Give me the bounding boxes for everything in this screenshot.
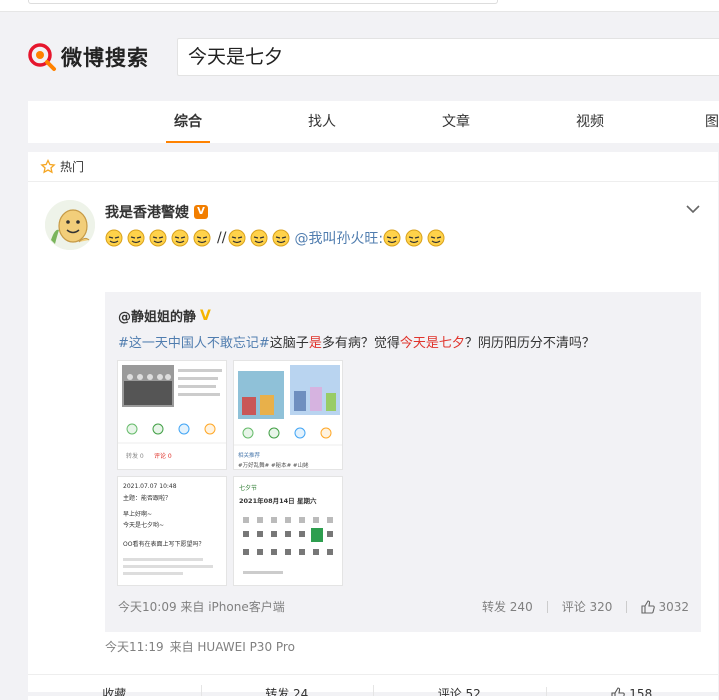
calendar-grid: [243, 517, 333, 574]
keyword-highlight: 是: [308, 336, 322, 351]
chevron-down-icon[interactable]: [686, 204, 700, 214]
search-tabs: 综合 找人 文章 视频 图: [28, 101, 719, 143]
emoji-icon: [193, 229, 211, 247]
thumbnail-image: 转发 0 评论 0: [118, 361, 226, 469]
emoji-icon: [427, 229, 445, 247]
author-name[interactable]: 我是香港警嫂: [105, 202, 189, 222]
next-result-card: [28, 696, 718, 700]
avatar[interactable]: [45, 200, 95, 250]
browser-top-strip: [0, 0, 719, 12]
image-thumbnail[interactable]: 相关推荐 #万好乱舞# #秘本# #山姥: [233, 360, 343, 470]
repost-time-source[interactable]: 今天10:09 来自 iPhone客户端: [118, 598, 285, 615]
topic-link[interactable]: #这一天中国人不敢忘记#: [118, 336, 270, 351]
repost-text-part3: ？阴历阳历分不清吗？: [464, 336, 595, 351]
keyword-highlight: 今天是七夕: [399, 336, 465, 351]
like-count[interactable]: 3032: [641, 600, 689, 614]
result-card: 热门 我是香港警嫂 V // @我叫孙火旺: @静姐姐的静 V #这一天中国人不…: [28, 152, 718, 700]
mention-link[interactable]: @我叫孙火旺:: [294, 228, 383, 248]
emoji-icon: [171, 229, 189, 247]
svg-text:转发 0: 转发 0: [126, 452, 144, 460]
post-source: 来自 HUAWEI P30 Pro: [169, 640, 295, 654]
emoji-icon: [228, 229, 246, 247]
image-thumbnail[interactable]: 2021.07.07 10:48 主题：能否跟啦？ 早上好啊~ 今天是七夕哟~ …: [117, 476, 227, 586]
repost-author-name[interactable]: @静姐姐的静: [118, 306, 196, 325]
tab-images[interactable]: 图: [702, 101, 719, 143]
comment-count[interactable]: 评论 320: [562, 598, 613, 615]
thumbnail-line: OO看有在表面上写下愿望吗？: [123, 541, 205, 548]
thumbnail-line: 早上好啊~: [123, 511, 153, 518]
divider: [546, 600, 548, 613]
logo-text: 微博搜索: [61, 46, 149, 70]
post-author[interactable]: 我是香港警嫂 V: [105, 202, 208, 222]
divider: [626, 600, 628, 613]
search-input[interactable]: 今天是七夕: [177, 38, 719, 76]
image-thumbnail[interactable]: 七夕节 2021年08月14日 星期六: [233, 476, 343, 586]
repost-text: #这一天中国人不敢忘记#这脑子是多有病？觉得今天是七夕？阴历阳历分不清吗？: [118, 332, 595, 351]
emoji-icon: [105, 229, 123, 247]
like-count-value: 3032: [658, 599, 689, 614]
image-thumbnail[interactable]: 转发 0 评论 0: [117, 360, 227, 470]
tab-articles[interactable]: 文章: [434, 101, 478, 143]
thumbs-up-icon: [641, 599, 656, 614]
svg-text:评论 0: 评论 0: [154, 452, 172, 460]
image-grid: 转发 0 评论 0 相关推荐 #万好乱舞# #秘本# #山姥 2021.07.0…: [117, 360, 343, 586]
svg-text:相关推荐: 相关推荐: [238, 451, 261, 459]
gold-v-badge: V: [200, 307, 211, 324]
star-icon: [40, 158, 56, 173]
post-time[interactable]: 今天11:19: [105, 640, 164, 654]
tab-comprehensive[interactable]: 综合: [166, 101, 210, 143]
weibo-search-logo-icon: [28, 43, 56, 71]
tab-people[interactable]: 找人: [300, 101, 344, 143]
post-time-source: 今天11:19 来自 HUAWEI P30 Pro: [105, 638, 295, 655]
thumbnail-tag: #万好乱舞# #秘本# #山姥: [238, 463, 309, 469]
thumbnail-title: 七夕节: [239, 485, 258, 492]
thumbnail-image: 相关推荐: [234, 361, 342, 469]
thumbnail-line: 主题：能否跟啦？: [123, 495, 172, 502]
emoji-icon: [383, 229, 401, 247]
emoji-icon: [250, 229, 268, 247]
thumbnail-date: 2021年08月14日 星期六: [239, 497, 317, 505]
tab-videos[interactable]: 视频: [568, 101, 612, 143]
repost-text-part2: 多有病？觉得: [321, 336, 400, 351]
weibo-search-logo[interactable]: 微博搜索: [27, 42, 149, 72]
emoji-icon: [405, 229, 423, 247]
section-label: 热门: [60, 160, 85, 174]
emoji-icon: [149, 229, 167, 247]
post-text: // @我叫孙火旺:: [105, 226, 449, 250]
top-search-bar-edge: [28, 0, 498, 4]
repost-text-part1: 这脑子: [269, 336, 309, 351]
emoji-icon: [272, 229, 290, 247]
header: 微博搜索 今天是七夕: [0, 12, 719, 100]
avatar-image: [45, 200, 95, 250]
thumbnail-time: 2021.07.07 10:48: [123, 483, 177, 490]
thumbnail-line: 今天是七夕哟~: [123, 522, 165, 529]
repost-author[interactable]: @静姐姐的静 V: [118, 306, 211, 326]
reposted-content[interactable]: @静姐姐的静 V #这一天中国人不敢忘记#这脑子是多有病？觉得今天是七夕？阴历阳…: [105, 292, 701, 632]
section-header: 热门: [28, 152, 718, 182]
repost-stats: 转发 240 评论 320 3032: [482, 598, 689, 615]
repost-separator: //: [217, 230, 227, 246]
repost-count[interactable]: 转发 240: [482, 598, 533, 615]
emoji-icon: [127, 229, 145, 247]
verified-badge: V: [194, 205, 208, 219]
